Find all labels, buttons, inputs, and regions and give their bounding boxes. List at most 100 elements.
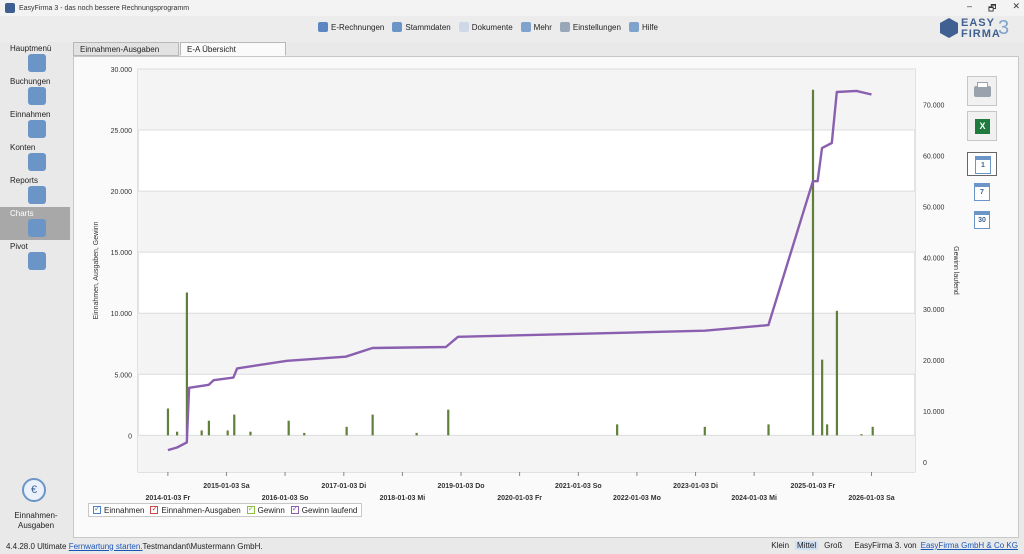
tab-ea-uebersicht[interactable]: E-A Übersicht bbox=[180, 42, 286, 56]
x-tick-label: 2016-01-03 So bbox=[262, 495, 309, 502]
menu-item-0[interactable]: E-Rechnungen bbox=[318, 22, 384, 32]
x-tick-label: 2017-01-03 Di bbox=[321, 483, 366, 490]
menu-item-5[interactable]: Hilfe bbox=[628, 22, 658, 32]
bar bbox=[835, 310, 839, 436]
bar bbox=[860, 434, 863, 436]
sidebar-item-label: Buchungen bbox=[10, 77, 51, 86]
report-icon bbox=[28, 186, 46, 204]
version-text: 4.4.28.0 Ultimate bbox=[6, 541, 67, 551]
y-tick-label: 5.000 bbox=[114, 372, 132, 379]
y-tick-label: 15.000 bbox=[111, 250, 133, 257]
chart: 0 5.000 10.000 15.000 20.000 25.000 30.000 0 10.… bbox=[93, 67, 959, 502]
bar bbox=[415, 432, 418, 436]
bar bbox=[166, 408, 170, 436]
x-tick-label: 2025-01-03 Fr bbox=[791, 483, 836, 490]
size-medium-button[interactable]: Mittel bbox=[795, 541, 819, 550]
book-icon bbox=[28, 87, 46, 105]
main-toolbar: E-Rechnungen Stammdaten Dokumente Mehr Einst… bbox=[0, 16, 1024, 42]
bar bbox=[826, 424, 829, 436]
settings-icon bbox=[559, 22, 570, 32]
sidebar-item-pivot[interactable]: Pivot bbox=[0, 240, 70, 273]
calendar-7-icon: 7 bbox=[974, 183, 990, 201]
y-tick-label: 30.000 bbox=[111, 67, 133, 74]
einnahmen-ausgaben-label: Einnahmen-Ausgaben bbox=[14, 511, 58, 530]
y2-tick-label: 50.000 bbox=[923, 205, 945, 212]
company-link[interactable]: EasyFirma GmbH & Co KG bbox=[921, 541, 1018, 550]
grid-band bbox=[138, 435, 915, 472]
menu-item-label: Einstellungen bbox=[572, 22, 621, 32]
legend-checkbox[interactable] bbox=[246, 504, 255, 514]
einnahmen-ausgaben-button[interactable]: € Einnahmen-Ausgaben bbox=[8, 478, 64, 538]
period-month-toggle[interactable]: 30 bbox=[967, 208, 997, 232]
menu-item-label: Dokumente bbox=[471, 22, 513, 32]
menu-item-4[interactable]: Einstellungen bbox=[559, 22, 621, 32]
bar bbox=[871, 426, 874, 436]
sidebar-item-label: Reports bbox=[10, 176, 39, 185]
calendar-1-icon: 1 bbox=[975, 156, 991, 174]
sidebar-item-charts[interactable]: Charts bbox=[0, 207, 70, 240]
bar bbox=[767, 424, 770, 436]
x-tick-label: 2024-01-03 Mi bbox=[731, 495, 777, 502]
maximize-button[interactable]: 🗗 bbox=[988, 1, 996, 17]
legend-item[interactable]: Gewinn laufend bbox=[290, 504, 357, 515]
sidebar-item-konten[interactable]: Konten bbox=[0, 141, 70, 174]
sidebar-item-einnahmen[interactable]: Einnahmen bbox=[0, 108, 70, 141]
menu-item-label: Hilfe bbox=[641, 22, 658, 32]
y2-tick-label: 70.000 bbox=[923, 103, 945, 110]
tenant-text: Testmandant\Mustermann GmbH. bbox=[142, 541, 263, 551]
menu-item-label: Stammdaten bbox=[405, 22, 451, 32]
size-large-button[interactable]: Groß bbox=[822, 541, 844, 550]
invoice-icon bbox=[318, 22, 328, 32]
minimize-button[interactable]: – bbox=[967, 1, 972, 17]
x-tick-label: 2020-01-03 Fr bbox=[497, 495, 542, 502]
legend-checkbox[interactable] bbox=[93, 504, 101, 514]
grid-icon bbox=[520, 22, 531, 32]
legend-label: Gewinn bbox=[257, 505, 285, 515]
bar bbox=[207, 420, 210, 436]
remote-support-link[interactable]: Fernwartung starten. bbox=[69, 542, 143, 551]
legend-checkbox[interactable] bbox=[290, 504, 299, 514]
euro-icon: € bbox=[22, 478, 46, 502]
x-tick-label: 2018-01-03 Mi bbox=[380, 495, 426, 502]
y-axis-title: Einnahmen, Ausgaben, Gewinn bbox=[93, 221, 100, 319]
menu-item-1[interactable]: Stammdaten bbox=[392, 22, 451, 32]
sidebar-item-reports[interactable]: Reports bbox=[0, 174, 70, 207]
y2-tick-label: 10.000 bbox=[923, 409, 945, 416]
legend-item[interactable]: Einnahmen bbox=[93, 504, 145, 515]
menu-item-3[interactable]: Mehr bbox=[520, 22, 552, 32]
legend-item[interactable]: Gewinn bbox=[246, 504, 285, 515]
easyfirma-logo: EASY FIRMA 3 bbox=[940, 16, 1012, 40]
sidebar-item-label: Charts bbox=[10, 209, 34, 218]
bar bbox=[821, 359, 824, 436]
size-small-button[interactable]: Klein bbox=[769, 541, 791, 550]
tab-einnahmen-ausgaben[interactable]: Einnahmen-Ausgaben bbox=[73, 42, 179, 56]
x-tick-label: 2022-01-03 Mo bbox=[613, 495, 661, 502]
y2-tick-label: 20.000 bbox=[923, 358, 945, 365]
bar bbox=[303, 432, 306, 436]
bar bbox=[249, 431, 252, 436]
close-button[interactable]: ✕ bbox=[1012, 1, 1020, 17]
sidebar-item-buchungen[interactable]: Buchungen bbox=[0, 75, 70, 108]
y-tick-label: 20.000 bbox=[111, 189, 133, 196]
period-week-toggle[interactable]: 7 bbox=[967, 180, 997, 204]
help-icon bbox=[628, 22, 639, 32]
chart-panel: 0 5.000 10.000 15.000 20.000 25.000 30.000 0 10.… bbox=[73, 56, 1019, 538]
menu-item-2[interactable]: Dokumente bbox=[458, 22, 513, 32]
legend-label: Einnahmen bbox=[104, 505, 145, 515]
period-day-toggle[interactable]: 1 bbox=[967, 152, 997, 176]
bank-icon bbox=[28, 153, 46, 171]
bar bbox=[811, 89, 815, 436]
y-tick-label: 25.000 bbox=[111, 128, 133, 135]
excel-icon: X bbox=[975, 119, 990, 134]
sidebar-item-hauptmenü[interactable]: Hauptmenü bbox=[0, 42, 70, 75]
grid-band bbox=[138, 191, 915, 253]
bar bbox=[616, 424, 619, 436]
sidebar-item-label: Konten bbox=[10, 143, 36, 152]
legend-item[interactable]: Einnahmen-Ausgaben bbox=[150, 504, 241, 515]
legend-checkbox[interactable] bbox=[150, 504, 159, 514]
bar bbox=[447, 409, 450, 436]
x-tick-label: 2021-01-03 So bbox=[555, 483, 602, 490]
excel-export-button[interactable]: X bbox=[967, 111, 997, 141]
database-icon bbox=[392, 22, 403, 32]
print-button[interactable] bbox=[967, 76, 997, 106]
